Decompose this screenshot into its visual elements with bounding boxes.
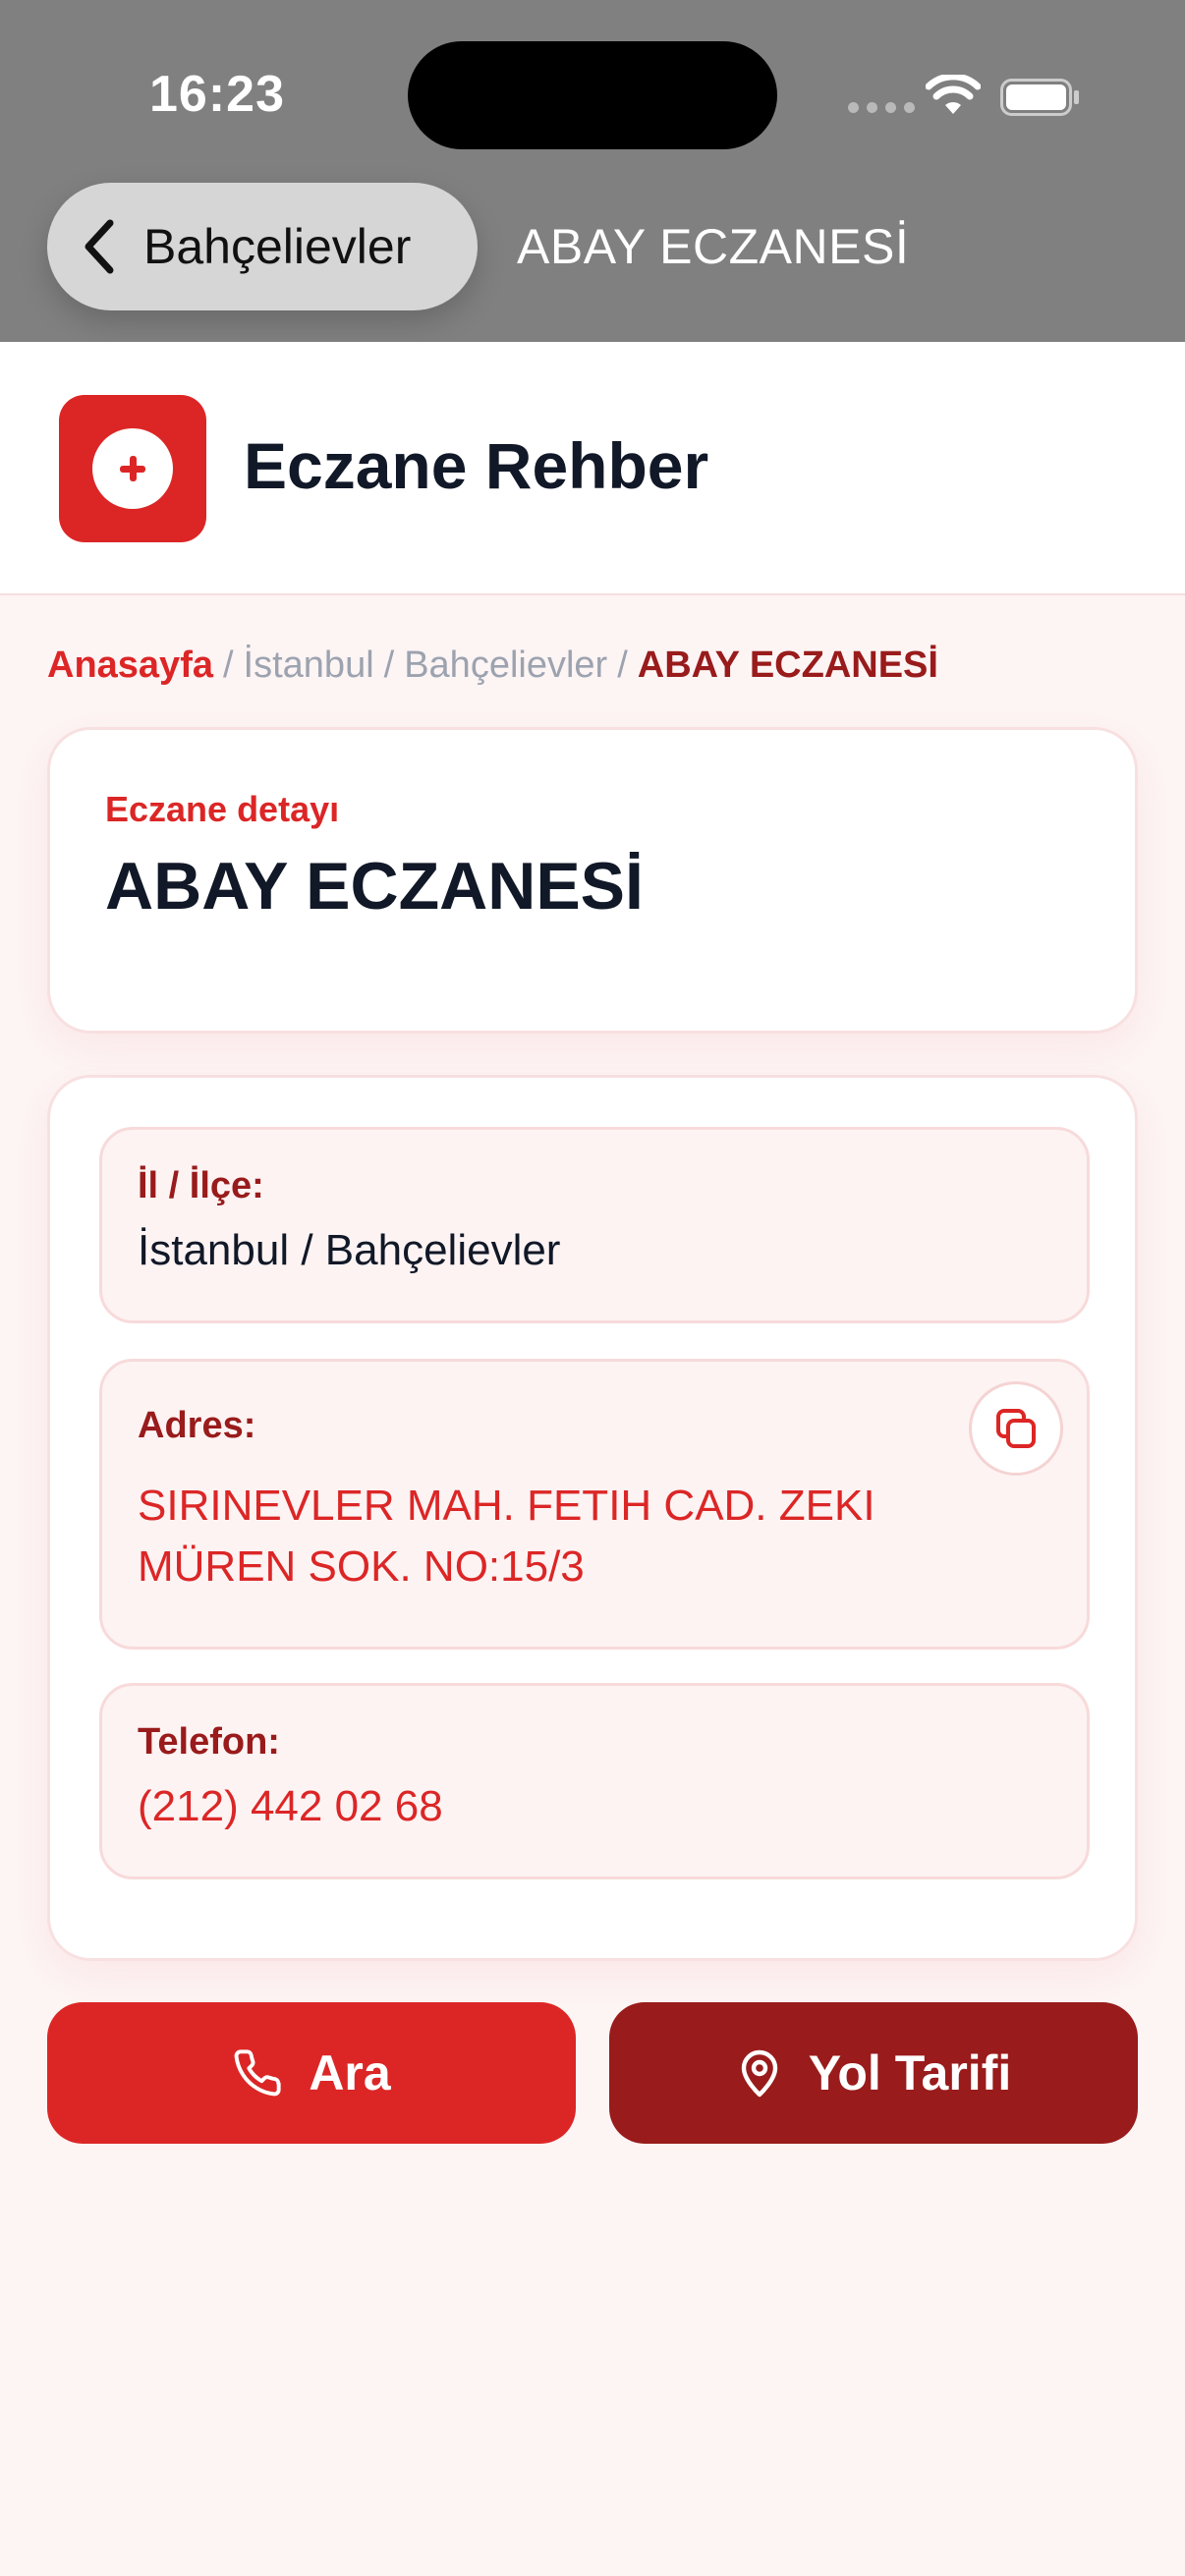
directions-button[interactable]: Yol Tarifi: [609, 2002, 1138, 2144]
app-name[interactable]: Eczane Rehber: [244, 428, 708, 503]
address-field: Adres: SIRINEVLER MAH. FETIH CAD. ZEKI M…: [99, 1359, 1090, 1650]
address-value: SIRINEVLER MAH. FETIH CAD. ZEKI MÜREN SO…: [138, 1482, 875, 1591]
directions-button-label: Yol Tarifi: [808, 2045, 1012, 2100]
app-header: Eczane Rehber: [0, 342, 1185, 595]
breadcrumb-separator: /: [617, 644, 628, 686]
nav-title: ABAY ECZANESİ: [517, 219, 910, 274]
city-district-label: İl / İlçe:: [138, 1165, 264, 1206]
call-button[interactable]: Ara: [47, 2002, 576, 2144]
back-button-label: Bahçelievler: [143, 219, 412, 274]
phone-icon: [232, 2047, 283, 2099]
status-time: 16:23: [149, 66, 285, 123]
phone-value[interactable]: (212) 442 02 68: [138, 1776, 443, 1837]
breadcrumb-district[interactable]: Bahçelievler: [404, 644, 607, 686]
app-logo[interactable]: [59, 395, 206, 542]
pharmacy-title-card: Eczane detayı ABAY ECZANESİ: [47, 727, 1138, 1034]
breadcrumb-home[interactable]: Anasayfa: [47, 644, 213, 686]
breadcrumb-separator: /: [383, 644, 395, 686]
plus-circle-icon: [92, 428, 173, 509]
address-label: Adres:: [138, 1405, 256, 1446]
city-district-field: İl / İlçe: İstanbul / Bahçelievler: [99, 1127, 1090, 1323]
pharmacy-name: ABAY ECZANESİ: [105, 849, 644, 924]
copy-icon: [996, 1409, 1036, 1448]
phone-label: Telefon:: [138, 1721, 280, 1763]
battery-icon: [1000, 79, 1079, 116]
back-button[interactable]: Bahçelievler: [47, 183, 478, 310]
breadcrumb: Anasayfa / İstanbul / Bahçelievler / ABAY ECZA…: [47, 644, 938, 687]
detail-eyebrow: Eczane detayı: [105, 789, 340, 829]
cellular-signal-icon: [848, 102, 915, 113]
wifi-icon: [926, 75, 981, 114]
chevron-left-icon: [85, 219, 114, 274]
phone-field: Telefon: (212) 442 02 68: [99, 1683, 1090, 1879]
breadcrumb-current: ABAY ECZANESİ: [637, 644, 938, 686]
copy-address-button[interactable]: [969, 1381, 1063, 1476]
dynamic-island: [408, 41, 777, 149]
pharmacy-info-card: İl / İlçe: İstanbul / Bahçelievler Adres…: [47, 1075, 1138, 1961]
breadcrumb-separator: /: [222, 644, 234, 686]
breadcrumb-city[interactable]: İstanbul: [244, 644, 374, 686]
city-district-value: İstanbul / Bahçelievler: [138, 1226, 561, 1274]
navigation-bar: 16:23 Bahçelievler ABAY ECZANESİ: [0, 0, 1185, 342]
map-pin-icon: [736, 2047, 783, 2099]
call-button-label: Ara: [309, 2045, 391, 2100]
